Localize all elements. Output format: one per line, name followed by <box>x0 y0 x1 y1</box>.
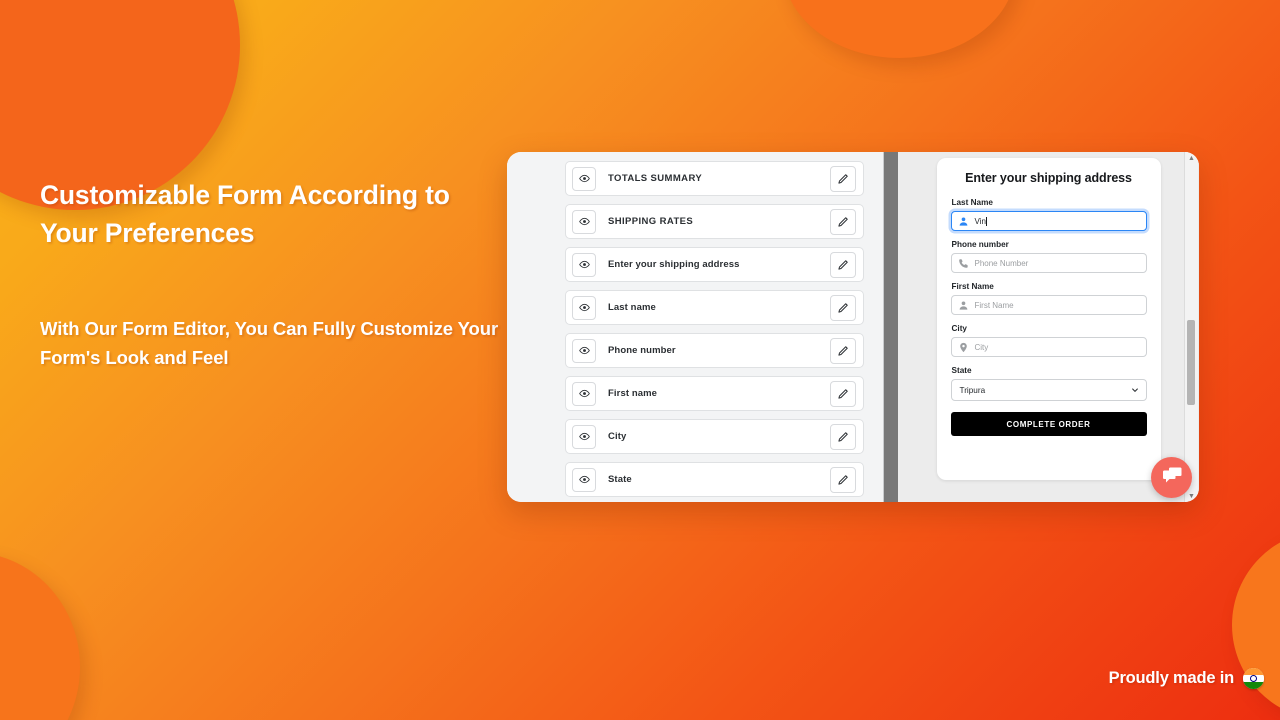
footer-text: Proudly made in <box>1108 669 1235 687</box>
edit-field-button[interactable] <box>830 251 856 278</box>
form-field-row[interactable]: SHIPPING RATES <box>565 204 864 239</box>
form-field-row[interactable]: Last name <box>565 290 864 325</box>
eye-icon[interactable] <box>572 295 596 320</box>
form-title: Enter your shipping address <box>965 171 1132 185</box>
text-input[interactable]: Phone Number <box>950 253 1147 273</box>
decorative-circle-top-center <box>783 0 1016 58</box>
eye-icon[interactable] <box>572 209 596 234</box>
state-select[interactable]: Tripura <box>950 379 1147 401</box>
marketing-copy: Customizable Form According to Your Pref… <box>40 176 510 372</box>
person-icon <box>958 300 969 311</box>
edit-field-button[interactable] <box>830 165 856 192</box>
input-label: First Name <box>951 282 994 291</box>
form-field-row[interactable]: Phone number <box>565 333 864 368</box>
scroll-down-arrow-icon[interactable]: ▼ <box>1185 490 1198 502</box>
form-field-label: Enter your shipping address <box>608 259 740 270</box>
scrollbar-track[interactable] <box>1185 164 1198 490</box>
decorative-circle-bottom-right <box>1232 530 1280 720</box>
edit-field-button[interactable] <box>830 466 856 493</box>
subheadline: With Our Form Editor, You Can Fully Cust… <box>40 318 499 368</box>
chevron-down-icon <box>1131 386 1139 394</box>
edit-field-button[interactable] <box>830 208 856 235</box>
input-value: Vin <box>974 216 986 226</box>
eye-icon[interactable] <box>572 166 596 191</box>
eye-icon[interactable] <box>572 424 596 449</box>
text-caret <box>986 216 988 226</box>
edit-field-button[interactable] <box>830 337 856 364</box>
form-field-label: State <box>608 474 632 485</box>
scrollbar-thumb[interactable] <box>1187 320 1195 406</box>
complete-order-button[interactable]: COMPLETE ORDER <box>950 412 1147 436</box>
form-field-row[interactable]: City <box>565 419 864 454</box>
form-field-row[interactable]: TOTALS SUMMARY <box>565 161 864 196</box>
app-screenshot-card: TOTALS SUMMARY SHIPPING RATES Enter your s… <box>507 152 1199 502</box>
form-field-list[interactable]: TOTALS SUMMARY SHIPPING RATES Enter your s… <box>507 161 883 502</box>
text-input[interactable]: Vin <box>950 211 1147 231</box>
eye-icon[interactable] <box>572 338 596 363</box>
preview-field-group: Last Name Vin Phone number Phone Number Firs… <box>950 198 1147 357</box>
chat-widget-button[interactable] <box>1151 457 1192 498</box>
promo-slide: Customizable Form According to Your Pref… <box>0 0 1280 720</box>
india-flag-icon <box>1243 668 1264 689</box>
footer-credit: Proudly made in <box>1109 668 1264 689</box>
state-selected-value: Tripura <box>959 385 986 395</box>
decorative-circle-bottom-left <box>0 552 80 720</box>
input-label: City <box>951 324 967 333</box>
form-field-row[interactable]: State <box>565 462 864 497</box>
edit-field-button[interactable] <box>830 423 856 450</box>
location-pin-icon <box>958 342 969 353</box>
input-placeholder: City <box>974 342 989 352</box>
input-placeholder: Phone Number <box>974 258 1029 268</box>
scroll-up-arrow-icon[interactable]: ▲ <box>1185 152 1198 164</box>
text-input[interactable]: First Name <box>950 295 1147 315</box>
form-field-label: TOTALS SUMMARY <box>608 173 703 184</box>
eye-icon[interactable] <box>572 467 596 492</box>
phone-icon <box>958 258 969 269</box>
input-label: Last Name <box>951 198 993 207</box>
headline: Customizable Form According to Your Pref… <box>40 180 450 248</box>
input-label: Phone number <box>951 240 1009 249</box>
form-field-label: Phone number <box>608 345 676 356</box>
eye-icon[interactable] <box>572 252 596 277</box>
form-field-label: First name <box>608 388 658 399</box>
pane-divider <box>883 152 898 502</box>
form-field-row[interactable]: Enter your shipping address <box>565 247 864 282</box>
state-label: State <box>951 366 972 375</box>
eye-icon[interactable] <box>572 381 596 406</box>
text-input[interactable]: City <box>950 337 1147 357</box>
person-icon <box>958 216 969 227</box>
form-field-label: SHIPPING RATES <box>608 216 694 227</box>
form-editor-pane: TOTALS SUMMARY SHIPPING RATES Enter your s… <box>507 152 883 502</box>
form-field-label: City <box>608 431 627 442</box>
form-field-label: Last name <box>608 302 656 313</box>
edit-field-button[interactable] <box>830 294 856 321</box>
edit-field-button[interactable] <box>830 380 856 407</box>
preview-scrollbar[interactable]: ▲ ▼ <box>1184 152 1198 502</box>
form-preview-pane: Enter your shipping address Last Name Vin… <box>898 152 1199 502</box>
input-placeholder: First Name <box>974 300 1014 310</box>
checkout-form: Enter your shipping address Last Name Vin… <box>936 158 1161 480</box>
chat-bubbles-icon <box>1161 466 1183 490</box>
form-field-row[interactable]: First name <box>565 376 864 411</box>
